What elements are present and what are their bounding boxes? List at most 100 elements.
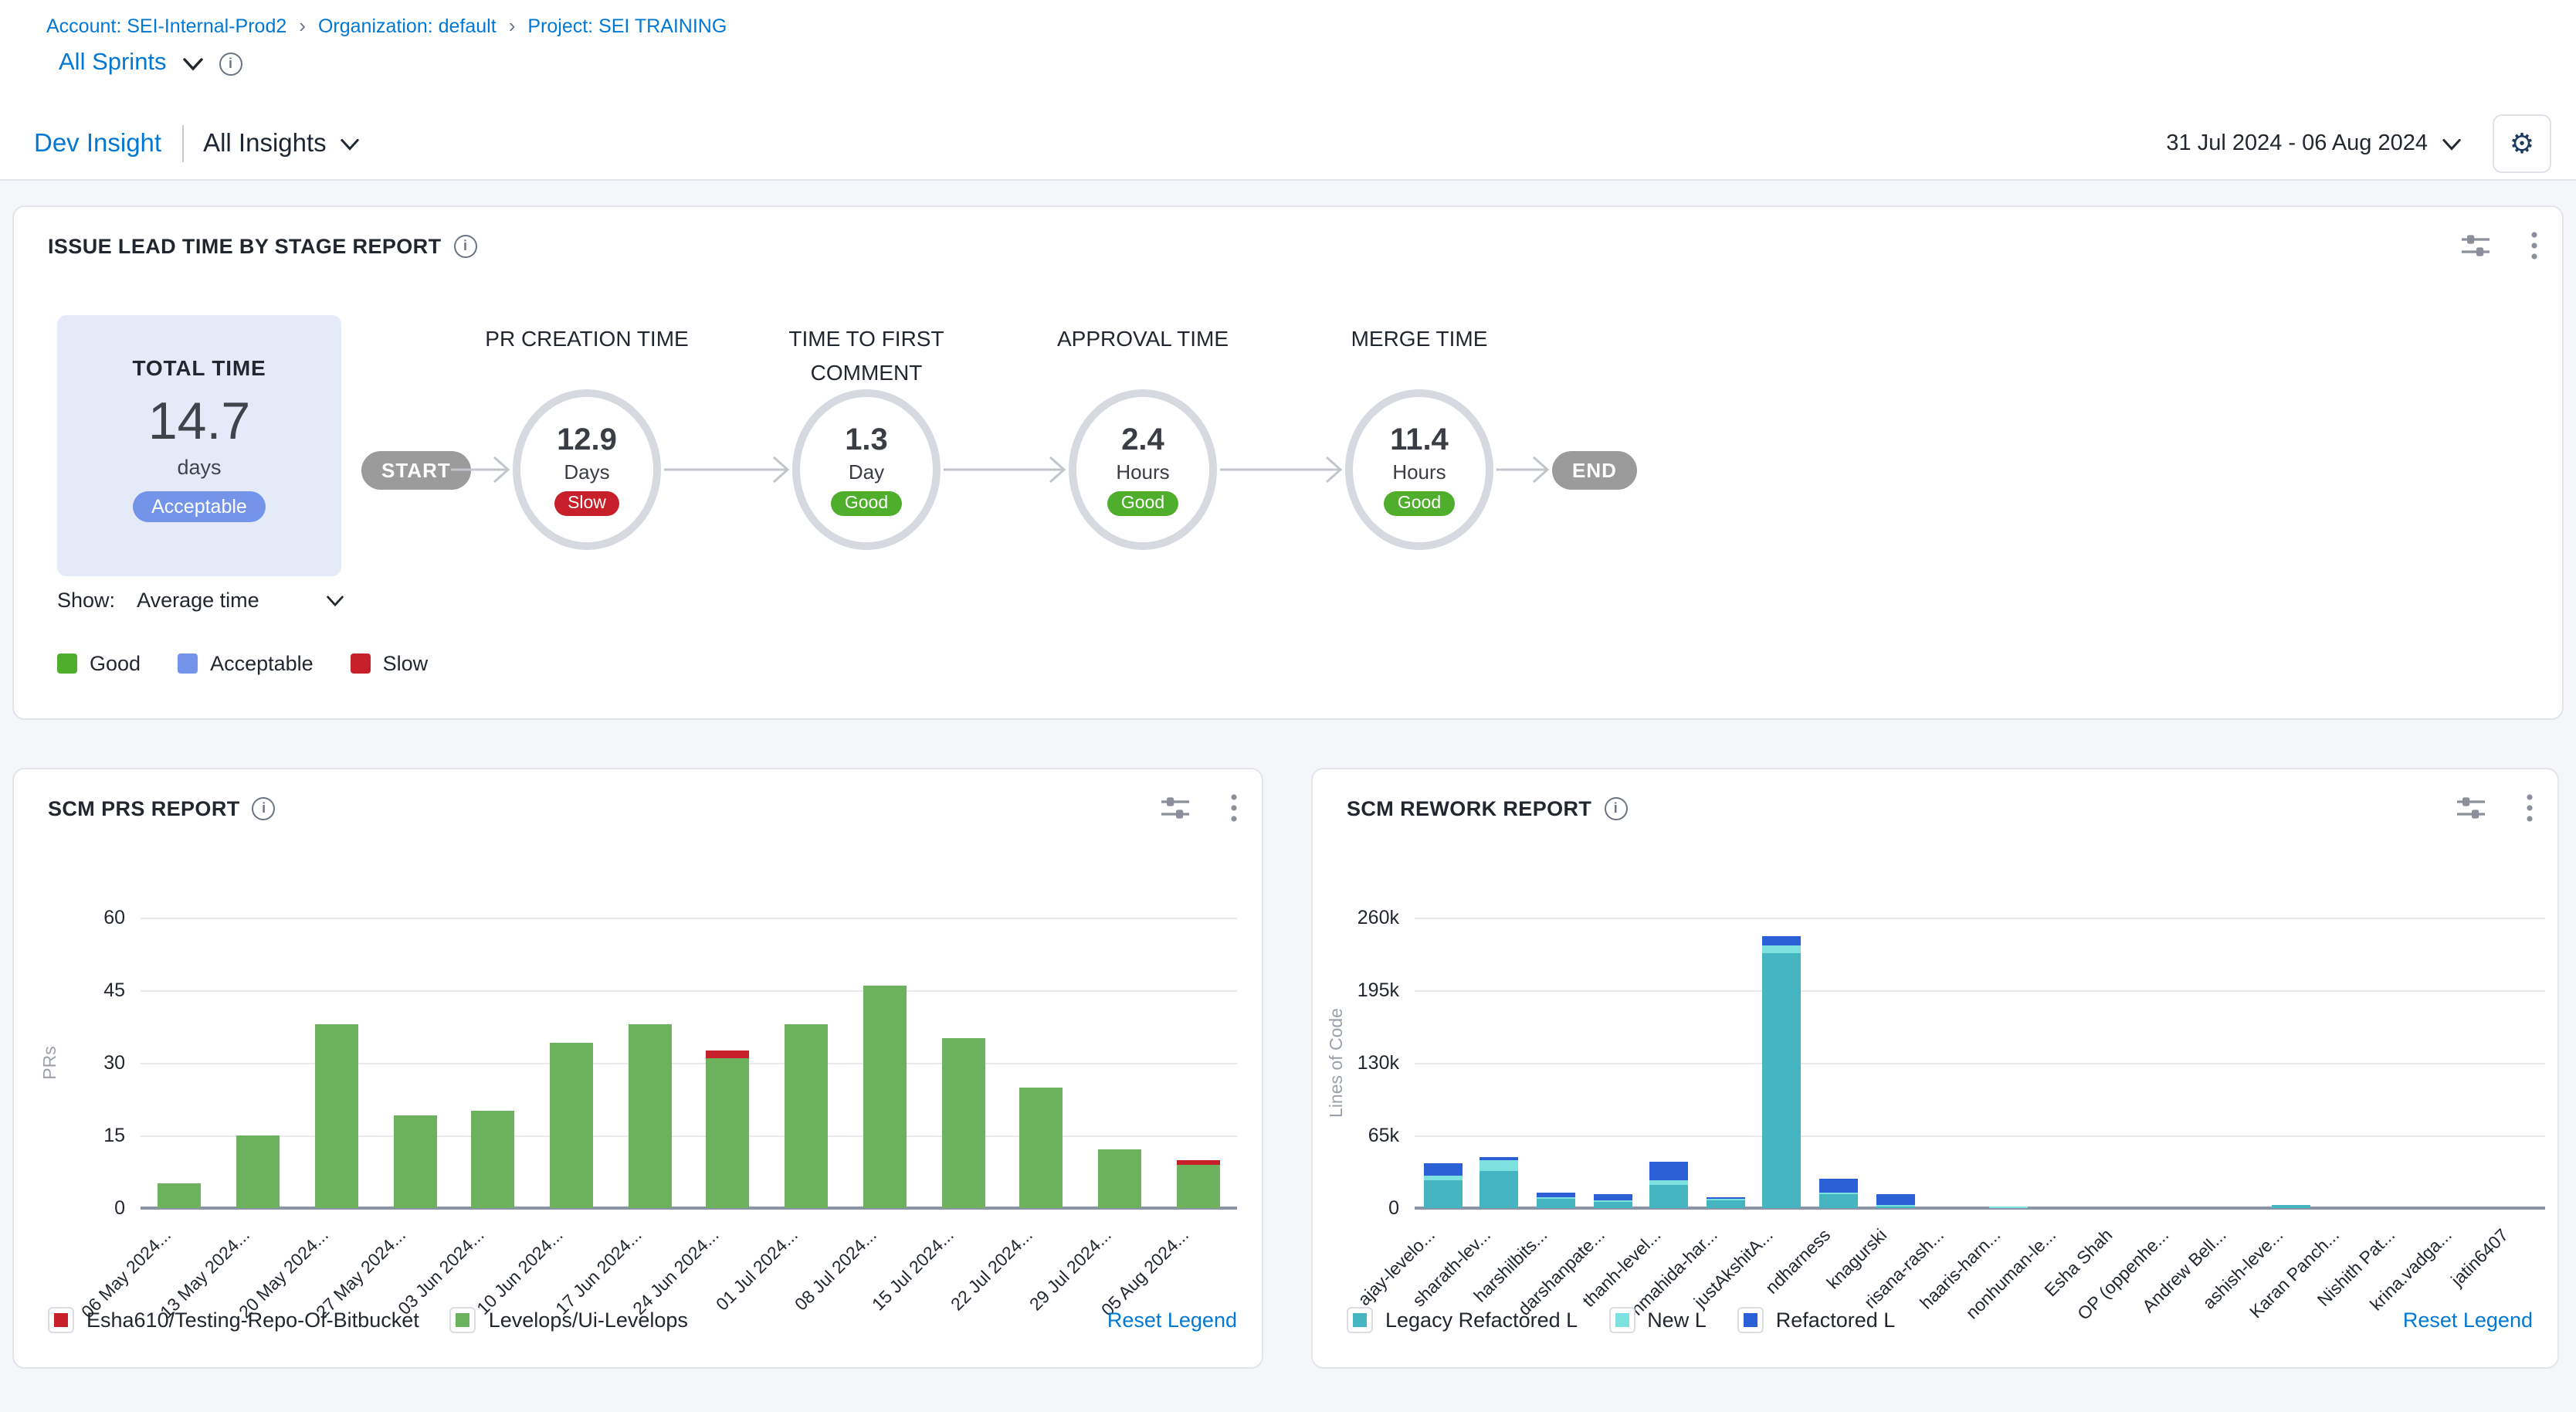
y-tick-label: 15 xyxy=(57,1125,125,1146)
bar-segment[interactable] xyxy=(1707,1200,1745,1208)
bar-segment[interactable] xyxy=(1649,1180,1688,1185)
flow-arrow xyxy=(1496,450,1549,490)
gridline xyxy=(141,1063,1237,1064)
gridline xyxy=(1415,1063,2545,1064)
chart-legend-item[interactable]: Legacy Refactored L xyxy=(1347,1307,1578,1333)
bar-segment[interactable] xyxy=(1763,945,1802,953)
bar-segment[interactable] xyxy=(1593,1201,1632,1208)
bar-segment[interactable] xyxy=(1424,1163,1463,1176)
show-control[interactable]: Show: Average time xyxy=(57,589,344,612)
bar-segment[interactable] xyxy=(1649,1163,1688,1180)
sprint-selector[interactable]: All Sprints i xyxy=(59,49,242,77)
bar-segment[interactable] xyxy=(1989,1207,2028,1208)
y-tick-label: 0 xyxy=(1331,1197,1399,1219)
chart-legend-item[interactable]: New L xyxy=(1608,1307,1707,1333)
y-tick-label: 60 xyxy=(57,907,125,928)
insight-name-link[interactable]: Dev Insight xyxy=(34,129,161,158)
stage-circle[interactable]: 11.4HoursGood xyxy=(1345,389,1493,550)
insights-dropdown[interactable]: All Insights xyxy=(203,129,361,158)
status-legend: GoodAcceptableSlow xyxy=(57,652,428,675)
bar-segment[interactable] xyxy=(1480,1158,1519,1160)
bar-segment[interactable] xyxy=(1707,1199,1745,1200)
bar-segment[interactable] xyxy=(1763,937,1802,946)
stage-status-badge: Good xyxy=(831,491,902,516)
bar-segment[interactable] xyxy=(1819,1193,1858,1194)
breadcrumb-separator: › xyxy=(299,14,306,37)
settings-button[interactable]: ⚙ xyxy=(2493,114,2551,173)
info-icon: i xyxy=(219,52,242,75)
sprint-selector-value[interactable]: All Sprints xyxy=(59,49,167,77)
widget-filters-icon[interactable] xyxy=(2460,232,2491,260)
bar-segment[interactable] xyxy=(1707,1197,1745,1199)
bar-segment[interactable] xyxy=(1176,1159,1219,1164)
stage-circle[interactable]: 12.9DaysSlow xyxy=(513,389,661,550)
bar-segment[interactable] xyxy=(1537,1193,1575,1197)
status-legend-item: Good xyxy=(57,652,141,675)
bar-segment[interactable] xyxy=(315,1024,358,1208)
bar-segment[interactable] xyxy=(707,1058,750,1208)
x-axis-line xyxy=(1415,1207,2545,1210)
legend-color-swatch xyxy=(351,653,371,674)
breadcrumb-link[interactable]: Organization: default xyxy=(318,15,497,36)
breadcrumb-link[interactable]: Account: SEI-Internal-Prod2 xyxy=(46,15,286,36)
bar-segment[interactable] xyxy=(1649,1185,1688,1208)
chart-legend-item[interactable]: Refactored L xyxy=(1737,1307,1896,1333)
bar-segment[interactable] xyxy=(863,986,907,1208)
bar-segment[interactable] xyxy=(1593,1200,1632,1202)
total-time-label: TOTAL TIME xyxy=(57,355,341,380)
stage-name-label: MERGE TIME xyxy=(1288,321,1551,355)
bar-segment[interactable] xyxy=(1537,1198,1575,1208)
bar-segment[interactable] xyxy=(1763,953,1802,1208)
info-icon[interactable]: i xyxy=(453,234,476,257)
bar-segment[interactable] xyxy=(1876,1207,1914,1208)
y-tick-label: 65k xyxy=(1331,1125,1399,1146)
stage-circle[interactable]: 2.4HoursGood xyxy=(1069,389,1217,550)
top-header: Account: SEI-Internal-Prod2 › Organization… xyxy=(0,0,2576,110)
bar-segment[interactable] xyxy=(707,1051,750,1057)
bar-segment[interactable] xyxy=(1593,1194,1632,1200)
scm-rework-chart: 065k130k195k260kLines of Codeajay-levelo… xyxy=(1313,769,2557,1367)
bar-segment[interactable] xyxy=(550,1044,593,1208)
stage-unit: Hours xyxy=(1116,460,1169,484)
legend-color-fill xyxy=(54,1313,68,1327)
bar-segment[interactable] xyxy=(1876,1194,1914,1204)
bar-segment[interactable] xyxy=(1480,1160,1519,1171)
date-range-picker[interactable]: 31 Jul 2024 - 06 Aug 2024 xyxy=(2166,131,2462,156)
bar-segment[interactable] xyxy=(628,1024,671,1208)
gridline xyxy=(141,1135,1237,1137)
bar-segment[interactable] xyxy=(1537,1196,1575,1198)
bar-segment[interactable] xyxy=(158,1184,202,1208)
bar-segment[interactable] xyxy=(785,1024,828,1208)
legend-color-swatch xyxy=(1737,1307,1764,1333)
bar-segment[interactable] xyxy=(1176,1165,1219,1208)
bar-segment[interactable] xyxy=(1819,1179,1858,1192)
bar-segment[interactable] xyxy=(1019,1087,1063,1208)
bar-segment[interactable] xyxy=(1424,1176,1463,1180)
chevron-down-icon[interactable] xyxy=(182,56,204,70)
bar-segment[interactable] xyxy=(1424,1180,1463,1208)
scm-rework-panel: SCM REWORK REPORT i 065k130k195k260kLine… xyxy=(1311,768,2559,1369)
chart-legend-item[interactable]: Levelops/Ui-Levelops xyxy=(450,1307,688,1333)
bar-segment[interactable] xyxy=(941,1039,985,1208)
breadcrumb-link[interactable]: Project: SEI TRAINING xyxy=(527,15,727,36)
chevron-down-icon[interactable] xyxy=(326,594,344,606)
kebab-menu-icon[interactable] xyxy=(2531,232,2537,260)
bar-segment[interactable] xyxy=(1819,1193,1858,1208)
bar-segment[interactable] xyxy=(471,1112,514,1208)
bar-segment[interactable] xyxy=(2272,1205,2310,1208)
bar-segment[interactable] xyxy=(1480,1171,1519,1208)
reset-legend-link[interactable]: Reset Legend xyxy=(1107,1308,1237,1332)
reset-legend-link[interactable]: Reset Legend xyxy=(2403,1308,2533,1332)
scm-prs-chart: 015304560PRs06 May 2024...13 May 2024...… xyxy=(14,769,1262,1367)
total-time-status-badge: Acceptable xyxy=(133,491,266,522)
chart-legend-item[interactable]: Esha610/Testing-Repo-Of-Bitbucket xyxy=(48,1307,419,1333)
status-legend-item: Slow xyxy=(351,652,429,675)
stage-circle[interactable]: 1.3DayGood xyxy=(792,389,941,550)
legend-color-swatch xyxy=(450,1307,476,1333)
insights-dropdown-label: All Insights xyxy=(203,129,327,158)
bar-segment[interactable] xyxy=(236,1135,280,1208)
bar-segment[interactable] xyxy=(1098,1150,1141,1208)
bar-segment[interactable] xyxy=(1876,1205,1914,1207)
scm-rework-legend: Legacy Refactored L New L Refactored L Rese… xyxy=(1347,1307,2533,1333)
bar-segment[interactable] xyxy=(393,1116,436,1208)
